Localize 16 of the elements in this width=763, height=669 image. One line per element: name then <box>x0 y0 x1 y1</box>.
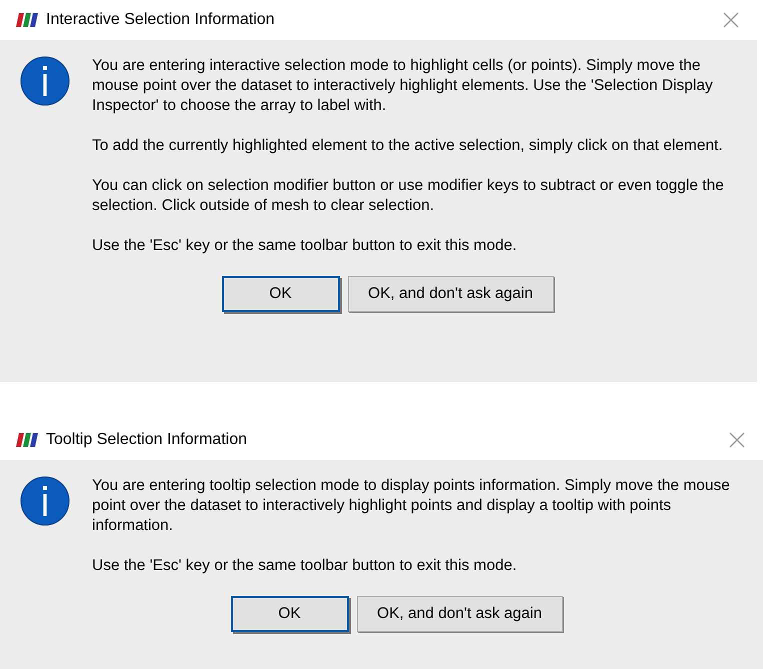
message-text: You can click on selection modifier button or use modifier keys to subtract or even toggle the selection. Click outside of mesh to clear selection. <box>92 176 725 216</box>
dont-ask-again-button[interactable]: OK, and don't ask again <box>348 276 554 312</box>
message-text: You are entering interactive selection mode to highlight cells (or points). Simply move the mouse point over the dataset to interactively highlight elements. Use the 'Selection Display Inspector' to choose the array to label with. <box>92 56 714 116</box>
info-icon <box>20 476 70 526</box>
app-logo-icon <box>16 433 38 447</box>
message-text: Use the 'Esc' key or the same toolbar button to exit this mode. <box>92 236 518 256</box>
ok-button[interactable]: OK <box>222 276 340 312</box>
ok-button[interactable]: OK <box>230 596 348 632</box>
dont-ask-again-button[interactable]: OK, and don't ask again <box>356 596 562 632</box>
message-text: Use the 'Esc' key or the same toolbar button to exit this mode. <box>92 556 518 576</box>
app-logo-icon <box>16 13 38 27</box>
info-icon <box>20 56 70 106</box>
message-text: You are entering tooltip selection mode to display points information. Simply move the mouse point over the dataset to interactively highlight points and display a tooltip with points information. <box>92 476 731 536</box>
message-text: To add the currently highlighted element to the active selection, simply click on that element. <box>92 136 724 156</box>
window-title: Tooltip Selection Information <box>46 430 248 450</box>
window-title: Interactive Selection Information <box>46 10 276 30</box>
